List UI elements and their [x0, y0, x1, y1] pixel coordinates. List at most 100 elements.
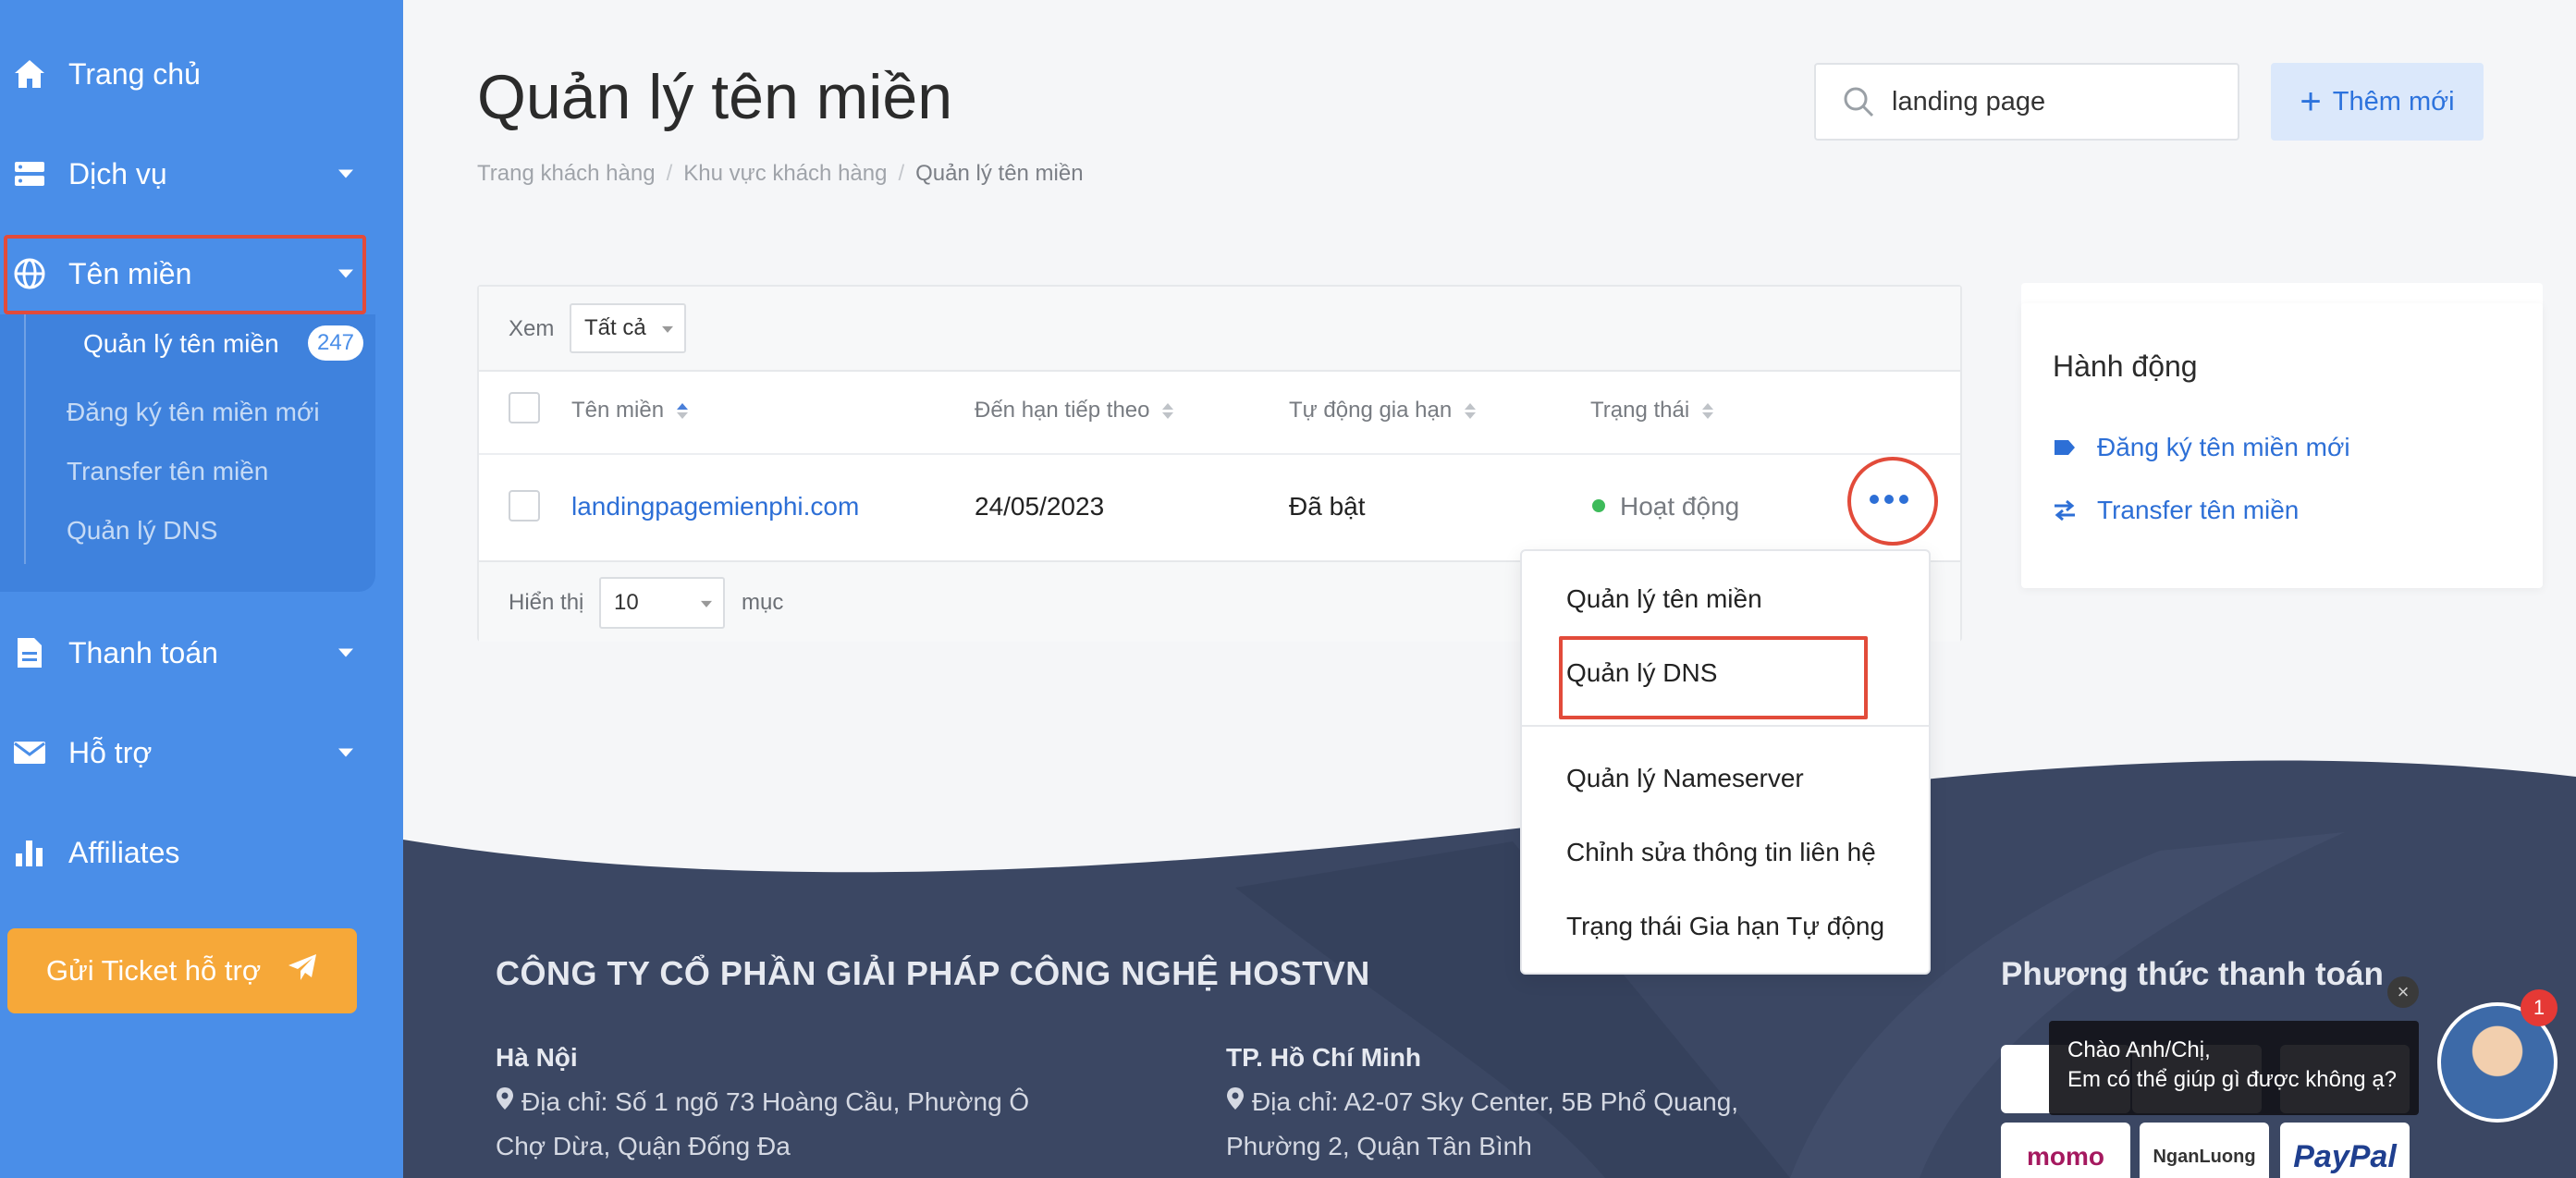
page-size-unit: mục [742, 590, 784, 615]
action-register-domain[interactable]: Đăng ký tên miền mới [2053, 433, 2350, 462]
column-header-label: Đến hạn tiếp theo [975, 398, 1150, 423]
map-pin-icon [496, 1080, 514, 1124]
breadcrumb-link[interactable]: Trang khách hàng [477, 161, 656, 187]
status-cell: Hoạt động [1620, 492, 1740, 521]
row-checkbox[interactable] [509, 490, 540, 522]
menu-item-edit-contact[interactable]: Chỉnh sửa thông tin liên hệ [1566, 838, 1876, 867]
action-label: Transfer tên miền [2097, 496, 2300, 524]
map-pin-icon [1226, 1080, 1245, 1124]
auto-renew-cell: Đã bật [1289, 492, 1366, 521]
footer-city-hanoi: Hà Nội [496, 1043, 578, 1072]
close-icon[interactable]: × [2387, 976, 2419, 1008]
bar-chart-icon [11, 834, 48, 871]
search-box[interactable] [1814, 63, 2239, 141]
sidebar-item-label: Hỗ trợ [68, 735, 153, 769]
address-line: Phường 2, Quận Tân Bình [1226, 1132, 1532, 1160]
sidebar-item-label: Dịch vụ [68, 156, 167, 190]
breadcrumb-separator: / [666, 161, 673, 186]
address-line: Địa chỉ: A2-07 Sky Center, 5B Phổ Quang, [1252, 1087, 1739, 1116]
annotation-highlight-domains [4, 235, 366, 314]
tag-icon [2053, 436, 2077, 460]
footer-city-hcm: TP. Hồ Chí Minh [1226, 1043, 1422, 1072]
filter-select[interactable]: Tất cả [570, 303, 686, 353]
column-header-domain[interactable]: Tên miền [571, 398, 689, 423]
chat-notification-badge: 1 [2521, 989, 2558, 1026]
filter-select-value: Tất cả [584, 315, 646, 340]
menu-item-manage-nameserver[interactable]: Quản lý Nameserver [1566, 764, 1804, 793]
column-header-label: Trạng thái [1590, 398, 1690, 423]
server-icon [11, 155, 48, 192]
sidebar-item-affiliates[interactable]: Affiliates [0, 806, 370, 899]
page-size-select[interactable]: 10 [599, 577, 725, 629]
submenu-item-transfer-domain[interactable]: Transfer tên miền [67, 457, 268, 486]
payment-methods-title: Phương thức thanh toán [2001, 956, 2384, 992]
home-icon [11, 55, 48, 92]
column-header-label: Tự động gia hạn [1289, 398, 1453, 423]
sidebar-item-home[interactable]: Trang chủ [0, 28, 370, 120]
column-header-due-date[interactable]: Đến hạn tiếp theo [975, 398, 1174, 423]
address-line: Địa chỉ: Số 1 ngõ 73 Hoàng Cầu, Phường Ô [521, 1087, 1030, 1116]
search-icon [1840, 83, 1877, 120]
sort-icon [1465, 402, 1477, 419]
actions-panel: Hành động Đăng ký tên miền mới Transfer … [2021, 303, 2543, 588]
column-header-label: Tên miền [571, 398, 665, 423]
chat-greeting[interactable]: Chào Anh/Chị, Em có thể giúp gì được khô… [2049, 1021, 2419, 1115]
breadcrumb-link[interactable]: Khu vực khách hàng [683, 161, 887, 187]
sidebar-item-support[interactable]: Hỗ trợ [0, 706, 370, 799]
footer-address-hanoi: Địa chỉ: Số 1 ngõ 73 Hoàng Cầu, Phường Ô… [496, 1080, 1029, 1169]
menu-item-auto-renew-status[interactable]: Trạng thái Gia hạn Tự động [1566, 912, 1884, 941]
menu-divider [1522, 725, 1929, 727]
due-date-cell: 24/05/2023 [975, 492, 1105, 521]
sidebar-item-label: Affiliates [68, 835, 180, 869]
annotation-highlight-actions [1847, 457, 1938, 546]
search-input[interactable] [1892, 86, 2225, 117]
submenu-item-manage-dns[interactable]: Quản lý DNS [67, 516, 217, 546]
footer-address-hcm: Địa chỉ: A2-07 Sky Center, 5B Phổ Quang,… [1226, 1080, 1738, 1169]
table-filter-bar: Xem Tất cả [479, 287, 1960, 372]
nganluong-logo: NganLuong [2140, 1123, 2269, 1178]
document-icon [11, 634, 48, 671]
column-header-auto-renew[interactable]: Tự động gia hạn [1289, 398, 1477, 423]
chevron-down-icon [338, 648, 353, 657]
table-divider [479, 453, 1960, 455]
action-label: Đăng ký tên miền mới [2097, 433, 2350, 461]
sidebar-item-label: Thanh toán [68, 635, 218, 669]
submenu-item-register-domain[interactable]: Đăng ký tên miền mới [67, 398, 320, 427]
actions-title: Hành động [2053, 350, 2198, 383]
row-actions-menu: Quản lý tên miền Quản lý DNS Quản lý Nam… [1520, 549, 1931, 975]
add-new-label: Thêm mới [2332, 86, 2455, 117]
column-header-status[interactable]: Trạng thái [1590, 398, 1714, 423]
submenu-divider [24, 314, 26, 564]
menu-item-manage-domain[interactable]: Quản lý tên miền [1566, 584, 1762, 614]
sidebar-item-label: Trang chủ [68, 56, 201, 91]
footer-company-name: CÔNG TY CỔ PHẦN GIẢI PHÁP CÔNG NGHỆ HOST… [496, 954, 1370, 992]
chevron-down-icon [701, 600, 712, 607]
send-ticket-button[interactable]: Gửi Ticket hỗ trợ [7, 928, 357, 1013]
submenu-item-manage-domains[interactable]: Quản lý tên miền [83, 329, 279, 359]
filter-label: Xem [509, 316, 555, 341]
sort-icon [1702, 402, 1714, 419]
chat-line: Em có thể giúp gì được không ạ? [2067, 1067, 2398, 1092]
breadcrumb-current: Quản lý tên miền [915, 161, 1084, 186]
status-dot-icon [1592, 499, 1605, 512]
breadcrumb: Trang khách hàng / Khu vực khách hàng / … [477, 161, 1084, 187]
paypal-logo: PayPal [2280, 1123, 2410, 1178]
chat-line: Chào Anh/Chị, [2067, 1037, 2211, 1062]
page-size-label: Hiển thị [509, 590, 584, 615]
momo-logo: momo [2001, 1123, 2130, 1178]
sort-icon [677, 402, 689, 419]
add-new-button[interactable]: + Thêm mới [2271, 63, 2484, 141]
action-transfer-domain[interactable]: Transfer tên miền [2053, 496, 2299, 525]
swap-icon [2053, 498, 2077, 522]
domain-link[interactable]: landingpagemienphi.com [571, 492, 859, 522]
chevron-down-icon [338, 748, 353, 757]
paper-plane-icon [287, 952, 318, 989]
sidebar-item-services[interactable]: Dịch vụ [0, 128, 370, 220]
send-ticket-label: Gửi Ticket hỗ trợ [45, 954, 262, 987]
page-title: Quản lý tên miền [477, 62, 953, 132]
chevron-down-icon [662, 325, 673, 333]
address-line: Chợ Dừa, Quận Đống Đa [496, 1132, 791, 1160]
select-all-checkbox[interactable] [509, 392, 540, 423]
sidebar-item-billing[interactable]: Thanh toán [0, 607, 370, 699]
sort-icon [1162, 402, 1174, 419]
